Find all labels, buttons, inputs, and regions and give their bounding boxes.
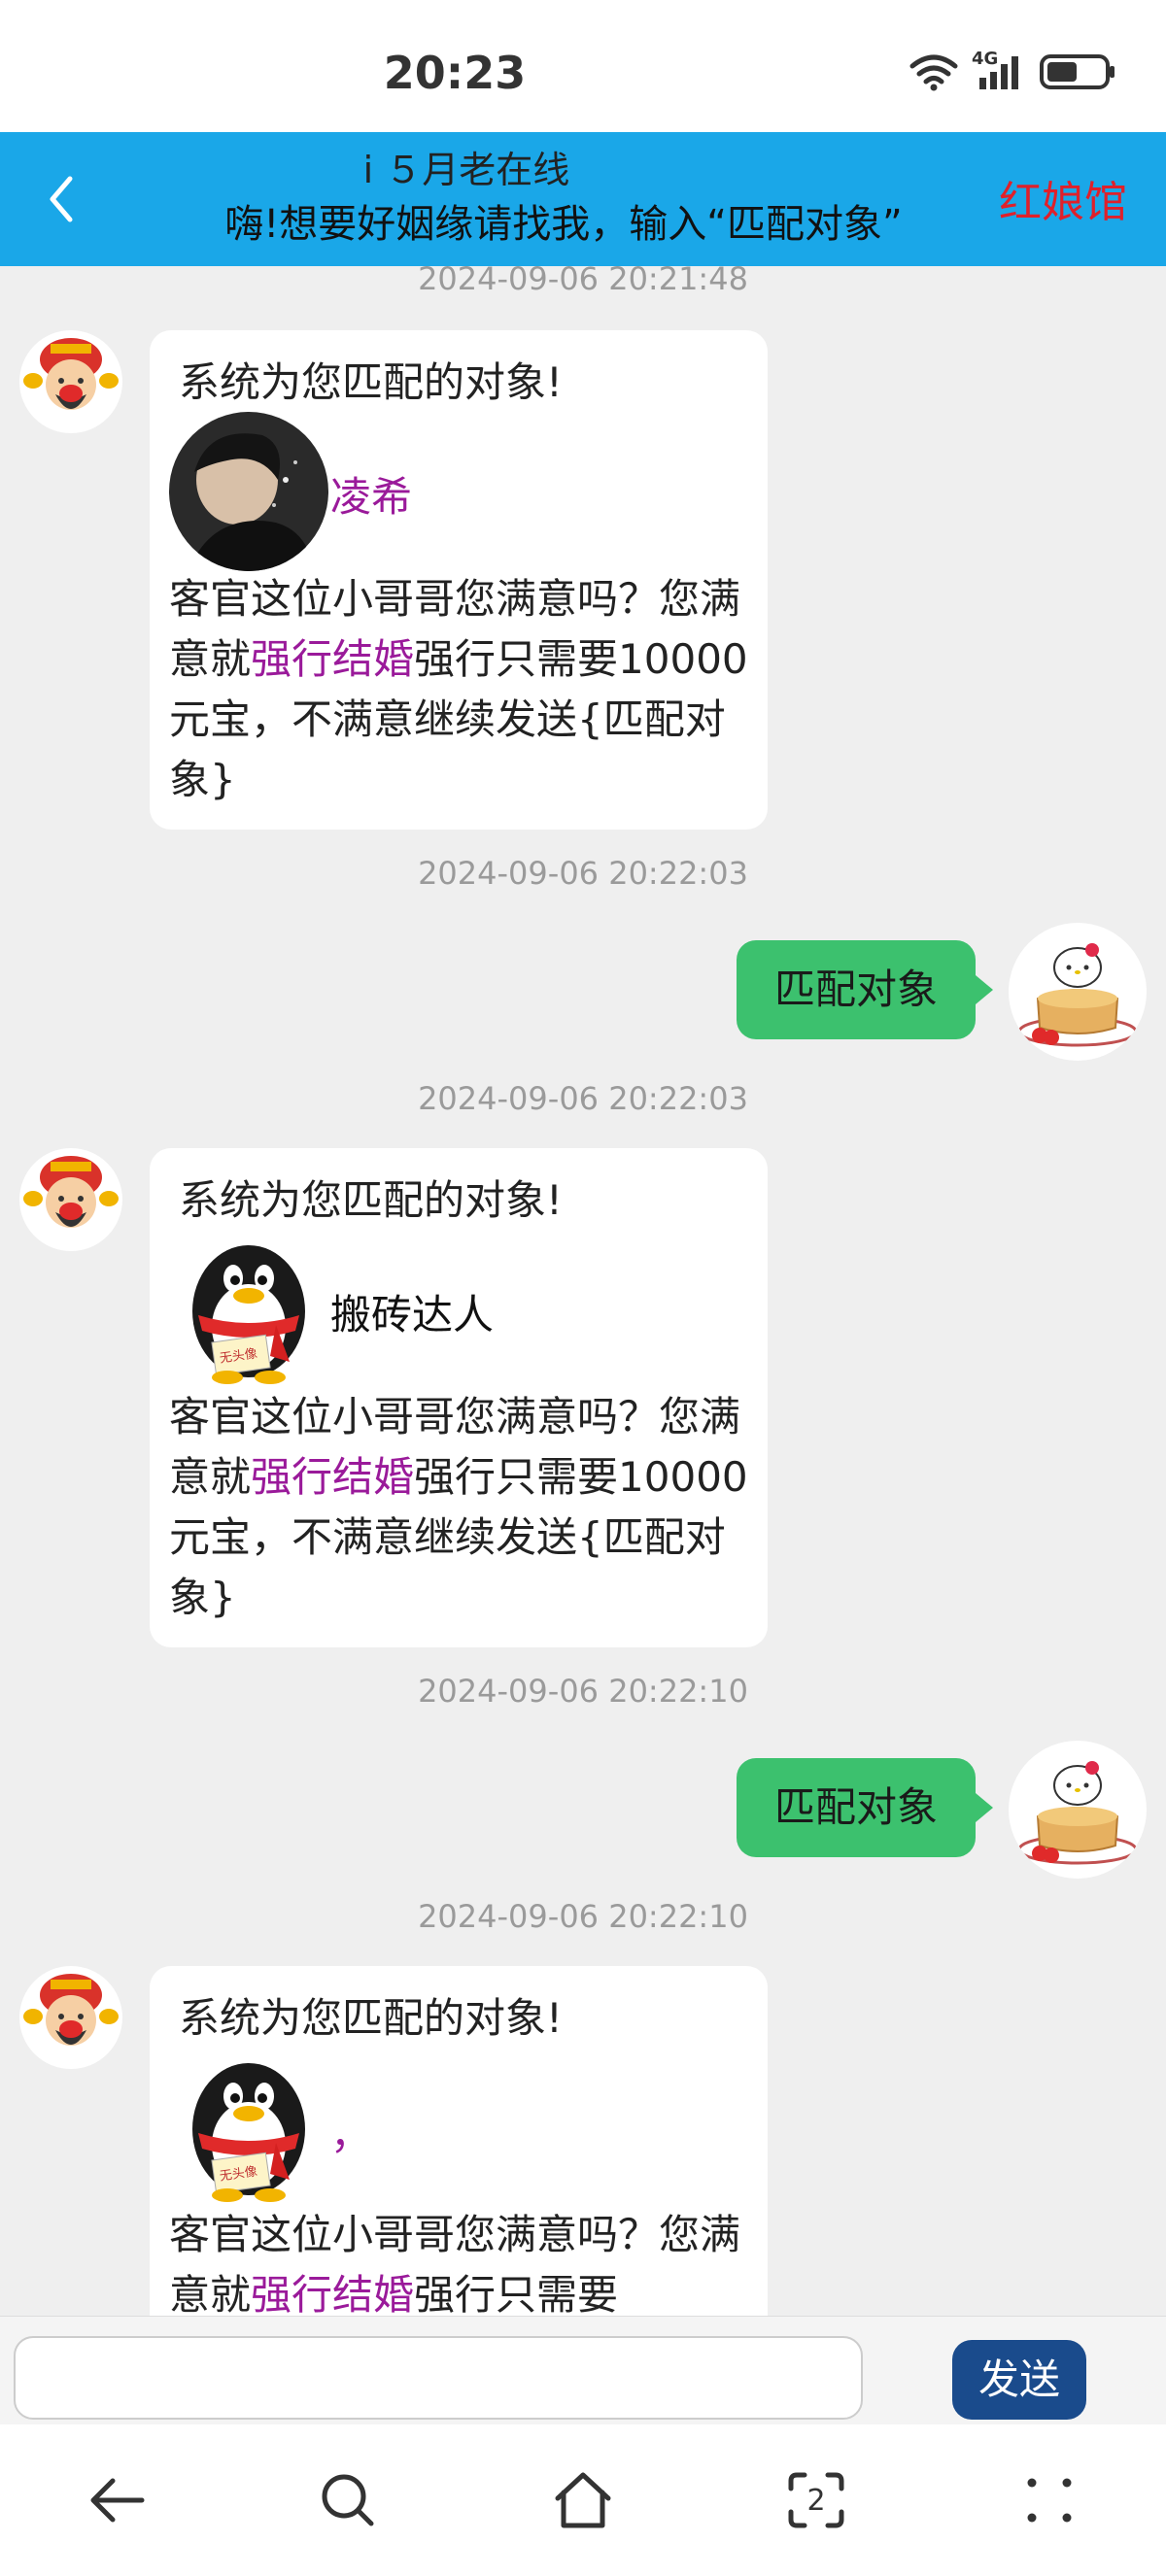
menu-dots-icon <box>1027 2478 1072 2523</box>
incoming-message: 系统为您匹配的对象! 无头像 搬砖达人 客官这位小哥哥您满意吗？您满意就强行结婚… <box>150 1148 768 1647</box>
back-arrow-icon <box>90 2478 145 2523</box>
force-marry-link[interactable]: 强行结婚 <box>251 635 414 683</box>
bot-avatar[interactable] <box>19 1966 122 2069</box>
battery-icon <box>1040 54 1115 89</box>
match-title: 系统为您匹配的对象! <box>179 1176 563 1224</box>
browser-nav-bar: 2 <box>0 2424 1166 2576</box>
status-icons: 4G <box>909 49 1117 91</box>
hello-kitty-avatar-icon <box>1017 1761 1138 1865</box>
god-of-wealth-avatar-icon <box>23 1974 119 2046</box>
match-avatar[interactable]: 无头像 <box>169 1230 328 1389</box>
status-time: 20:23 <box>383 47 527 99</box>
matchmaker-hall-link[interactable]: 红娘馆 <box>999 167 1127 229</box>
header-subtitle: 嗨!想要好姻缘请找我，输入“匹配对象” <box>224 202 903 247</box>
nav-menu-button[interactable] <box>1011 2461 1088 2539</box>
match-name[interactable]: 凌希 <box>330 464 412 524</box>
wifi-icon <box>909 54 958 91</box>
match-name[interactable]: ， <box>330 2102 371 2161</box>
nav-back-button[interactable] <box>78 2461 155 2539</box>
input-bar: 发送 <box>0 2316 1166 2424</box>
message-timestamp: 2024-09-06 20:22:10 <box>418 1898 748 1935</box>
bot-avatar[interactable] <box>19 1148 122 1251</box>
message-timestamp: 2024-09-06 20:22:03 <box>418 855 748 892</box>
chat-area[interactable]: 2024-09-06 20:21:48 系统为您匹配的对象! 凌希 客官这位小哥… <box>0 266 1166 2316</box>
match-title: 系统为您匹配的对象! <box>179 1994 563 2042</box>
message-timestamp: 2024-09-06 20:21:48 <box>418 266 748 297</box>
search-icon <box>322 2474 374 2526</box>
message-text-after: 强行只需要 <box>414 2271 619 2316</box>
outgoing-message: 匹配对象 <box>737 940 993 1039</box>
message-text: 客官这位小哥哥您满意吗？您满意就强行结婚强行只需要10000元宝，不满意继续发送… <box>169 1387 752 1628</box>
god-of-wealth-avatar-icon <box>23 338 119 410</box>
chevron-left-icon <box>50 176 73 222</box>
chat-header: i ５月老在线 嗨!想要好姻缘请找我，输入“匹配对象” 红娘馆 <box>0 132 1166 266</box>
message-text: 客官这位小哥哥您满意吗？您满意就强行结婚强行只需要10000元宝，不满意继续发送… <box>169 569 752 810</box>
nav-search-button[interactable] <box>309 2461 387 2539</box>
match-avatar[interactable] <box>169 412 328 571</box>
message-text: 客官这位小哥哥您满意吗？您满意就强行结婚强行只需要 <box>169 2205 752 2316</box>
nav-tabs-button[interactable]: 2 <box>777 2461 855 2539</box>
bot-avatar[interactable] <box>19 330 122 433</box>
penguin-no-avatar-icon: 无头像 <box>192 2063 305 2202</box>
photo-avatar-icon <box>169 412 328 571</box>
my-avatar[interactable] <box>1009 923 1147 1061</box>
cellular-signal-icon: 4G <box>972 49 1026 91</box>
message-timestamp: 2024-09-06 20:22:10 <box>418 1673 748 1710</box>
message-timestamp: 2024-09-06 20:22:03 <box>418 1080 748 1117</box>
penguin-no-avatar-icon: 无头像 <box>192 1245 305 1384</box>
message-input[interactable] <box>14 2336 863 2420</box>
force-marry-link[interactable]: 强行结婚 <box>251 1453 414 1501</box>
hello-kitty-avatar-icon <box>1017 943 1138 1047</box>
my-avatar[interactable] <box>1009 1741 1147 1879</box>
god-of-wealth-avatar-icon <box>23 1156 119 1228</box>
outgoing-message: 匹配对象 <box>737 1758 993 1857</box>
home-icon <box>555 2472 611 2528</box>
incoming-message: 系统为您匹配的对象! 无头像 ， 客官这位小哥哥您满意吗？您满意就强行结婚强行只… <box>150 1966 768 2316</box>
tabs-icon: 2 <box>788 2472 844 2528</box>
nav-home-button[interactable] <box>544 2461 622 2539</box>
header-title: i ５月老在线 <box>362 149 570 191</box>
back-button[interactable] <box>37 173 86 225</box>
send-button[interactable]: 发送 <box>952 2340 1086 2420</box>
match-avatar[interactable]: 无头像 <box>169 2048 328 2207</box>
incoming-message: 系统为您匹配的对象! 凌希 客官这位小哥哥您满意吗？您满意就强行结婚强行只需要1… <box>150 330 768 830</box>
status-bar: 20:23 4G <box>0 0 1166 132</box>
force-marry-link[interactable]: 强行结婚 <box>251 2271 414 2316</box>
match-name[interactable]: 搬砖达人 <box>330 1282 494 1341</box>
tabs-count: 2 <box>806 2484 825 2518</box>
match-title: 系统为您匹配的对象! <box>179 358 563 406</box>
